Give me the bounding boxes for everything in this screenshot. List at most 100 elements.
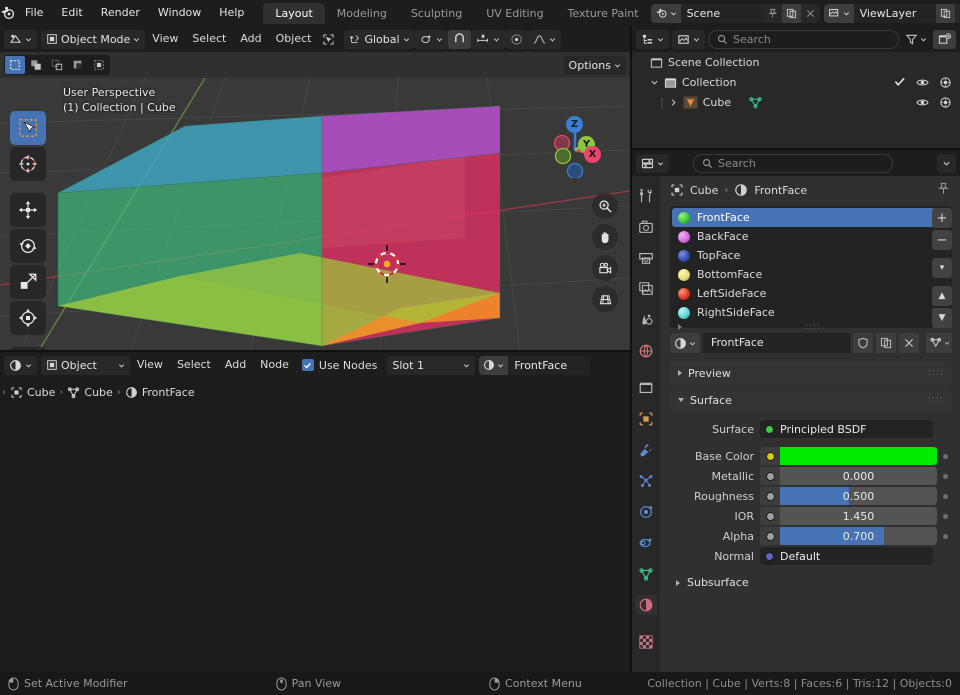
properties-tab-constraints[interactable] [635, 533, 657, 553]
remove-material-slot-button[interactable]: − [932, 230, 952, 250]
filter-id-icon[interactable] [672, 29, 705, 49]
outliner-row-collection[interactable]: Collection [632, 72, 960, 92]
viewlayer-icon[interactable] [823, 3, 854, 23]
properties-tab-particles[interactable] [635, 471, 657, 491]
shader-menu-select[interactable]: Select [170, 352, 218, 378]
outliner-row-scene-collection[interactable]: Scene Collection [632, 52, 960, 72]
fake-user-shield-icon[interactable] [853, 333, 873, 353]
properties-tab-material[interactable] [635, 595, 657, 615]
mesh-data-selector[interactable] [926, 333, 952, 353]
material-slot-rightsideface[interactable]: RightSideFace [672, 303, 950, 322]
metallic-socket-box[interactable] [760, 467, 780, 485]
menu-file[interactable]: File [16, 0, 52, 26]
alpha-animate-dot[interactable] [943, 533, 948, 539]
camera-render-icon[interactable] [939, 76, 952, 89]
properties-tab-tool[interactable] [635, 186, 657, 206]
scene-icon[interactable] [650, 3, 681, 23]
shader-type-selector[interactable]: Object [41, 355, 130, 375]
viewport-menu-view[interactable]: View [145, 26, 185, 52]
viewlayer-close-icon[interactable] [955, 4, 960, 23]
chevron-down-icon[interactable] [650, 78, 659, 87]
breadcrumb-material-label[interactable]: FrontFace [142, 386, 195, 399]
alpha-slider[interactable]: 0.700 [760, 527, 937, 545]
transform-orientation-selector[interactable]: Global [344, 29, 415, 49]
metallic-animate-dot[interactable] [943, 473, 948, 479]
camera-render-icon[interactable] [939, 96, 952, 109]
normal-socket-box[interactable] [760, 547, 778, 565]
workspace-tab-modeling[interactable]: Modeling [325, 3, 399, 24]
workspace-tab-layout[interactable]: Layout [263, 2, 325, 24]
workspace-tab-uv-editing[interactable]: UV Editing [474, 3, 555, 24]
shader-material-icon[interactable] [479, 355, 509, 375]
cursor-tool[interactable] [10, 147, 46, 181]
snap-target-selector[interactable] [470, 29, 505, 49]
ior-slider[interactable]: 1.450 [760, 507, 937, 525]
shader-menu-view[interactable]: View [130, 352, 170, 378]
outliner-row-cube[interactable]: | Cube [632, 92, 960, 112]
navigation-gizmo[interactable]: Z Y X [540, 108, 610, 180]
outliner-editor[interactable]: Search Scene Collection Collection | Cub… [632, 26, 960, 148]
material-slot-list[interactable]: FrontFace BackFace TopFace BottomFace Le… [670, 206, 952, 332]
select-extend-mode-icon[interactable] [26, 56, 46, 74]
zoom-icon[interactable] [592, 193, 618, 219]
workspace-tab-texture-paint[interactable]: Texture Paint [556, 3, 651, 24]
viewport-options-button[interactable]: Options [563, 55, 626, 75]
material-slot-selector[interactable]: Slot 1 [387, 355, 476, 375]
pivot-point-selector[interactable] [414, 29, 448, 49]
scene-close-icon[interactable] [801, 4, 820, 23]
select-subtract-mode-icon[interactable] [47, 56, 67, 74]
move-tool[interactable] [10, 193, 46, 227]
tweak-select-box-tool[interactable] [10, 111, 46, 145]
new-collection-icon[interactable] [933, 29, 956, 49]
base-color-control[interactable] [760, 447, 937, 465]
properties-tab-data[interactable] [635, 564, 657, 584]
select-set-mode-icon[interactable] [5, 56, 25, 74]
orthographic-toggle-icon[interactable] [592, 286, 618, 312]
outliner-display-icon[interactable] [636, 29, 669, 49]
panel-grip-icon[interactable]: :::: [928, 368, 944, 378]
viewlayer-name[interactable]: ViewLayer [853, 3, 936, 23]
add-material-slot-button[interactable]: + [932, 208, 952, 228]
blender-logo-icon[interactable] [0, 0, 16, 26]
properties-tab-viewlayer[interactable] [635, 279, 657, 299]
roughness-animate-dot[interactable] [943, 493, 948, 499]
surface-panel-header[interactable]: Surface :::: [670, 388, 952, 412]
funnel-icon[interactable] [902, 33, 930, 46]
move-slot-up-button[interactable]: ▲ [932, 286, 952, 306]
viewlayer-selector[interactable]: ViewLayer [823, 3, 960, 23]
falloff-selector[interactable] [527, 29, 561, 49]
rotate-tool[interactable] [10, 229, 46, 263]
shader-menu-add[interactable]: Add [218, 352, 253, 378]
base-color-socket-box[interactable] [760, 447, 780, 465]
checkbox-icon[interactable] [894, 76, 906, 88]
material-name-field[interactable]: FrontFace [703, 333, 850, 353]
normal-dropdown[interactable]: Default [760, 547, 933, 565]
properties-tab-world[interactable] [635, 341, 657, 361]
roughness-socket-box[interactable] [760, 487, 780, 505]
select-mode-icon[interactable] [318, 33, 338, 46]
viewlayer-duplicate-icon[interactable] [935, 3, 955, 23]
workspace-tab-sculpting[interactable]: Sculpting [399, 3, 474, 24]
move-slot-down-button[interactable]: ▼ [932, 308, 952, 328]
properties-breadcrumb-object[interactable]: Cube [690, 184, 718, 197]
ior-socket-box[interactable] [760, 507, 780, 525]
properties-tab-modifier[interactable] [635, 440, 657, 460]
breadcrumb-mesh-label[interactable]: Cube [84, 386, 112, 399]
scene-duplicate-icon[interactable] [781, 3, 801, 23]
eye-icon[interactable] [916, 76, 929, 89]
camera-view-icon[interactable] [592, 255, 618, 281]
properties-tab-physics[interactable] [635, 502, 657, 522]
properties-editor[interactable]: Search Cube › FrontFace FrontFace BackFa… [632, 150, 960, 672]
pin-icon[interactable] [937, 182, 950, 198]
roughness-slider[interactable]: 0.500 [760, 487, 937, 505]
3d-viewport[interactable]: Object Mode View Select Add Object Globa… [0, 26, 630, 352]
menu-render[interactable]: Render [92, 0, 149, 26]
chevron-right-icon[interactable] [669, 98, 678, 107]
panel-grip-icon[interactable]: :::: [928, 395, 944, 405]
gizmo-axis-x[interactable]: X [584, 146, 601, 163]
material-slot-bottomface[interactable]: BottomFace [672, 265, 950, 284]
material-slot-frontface[interactable]: FrontFace [672, 208, 950, 227]
scale-tool[interactable] [10, 265, 46, 299]
unlink-material-icon[interactable] [899, 333, 919, 353]
object-mode-selector[interactable]: Object Mode [41, 29, 146, 49]
